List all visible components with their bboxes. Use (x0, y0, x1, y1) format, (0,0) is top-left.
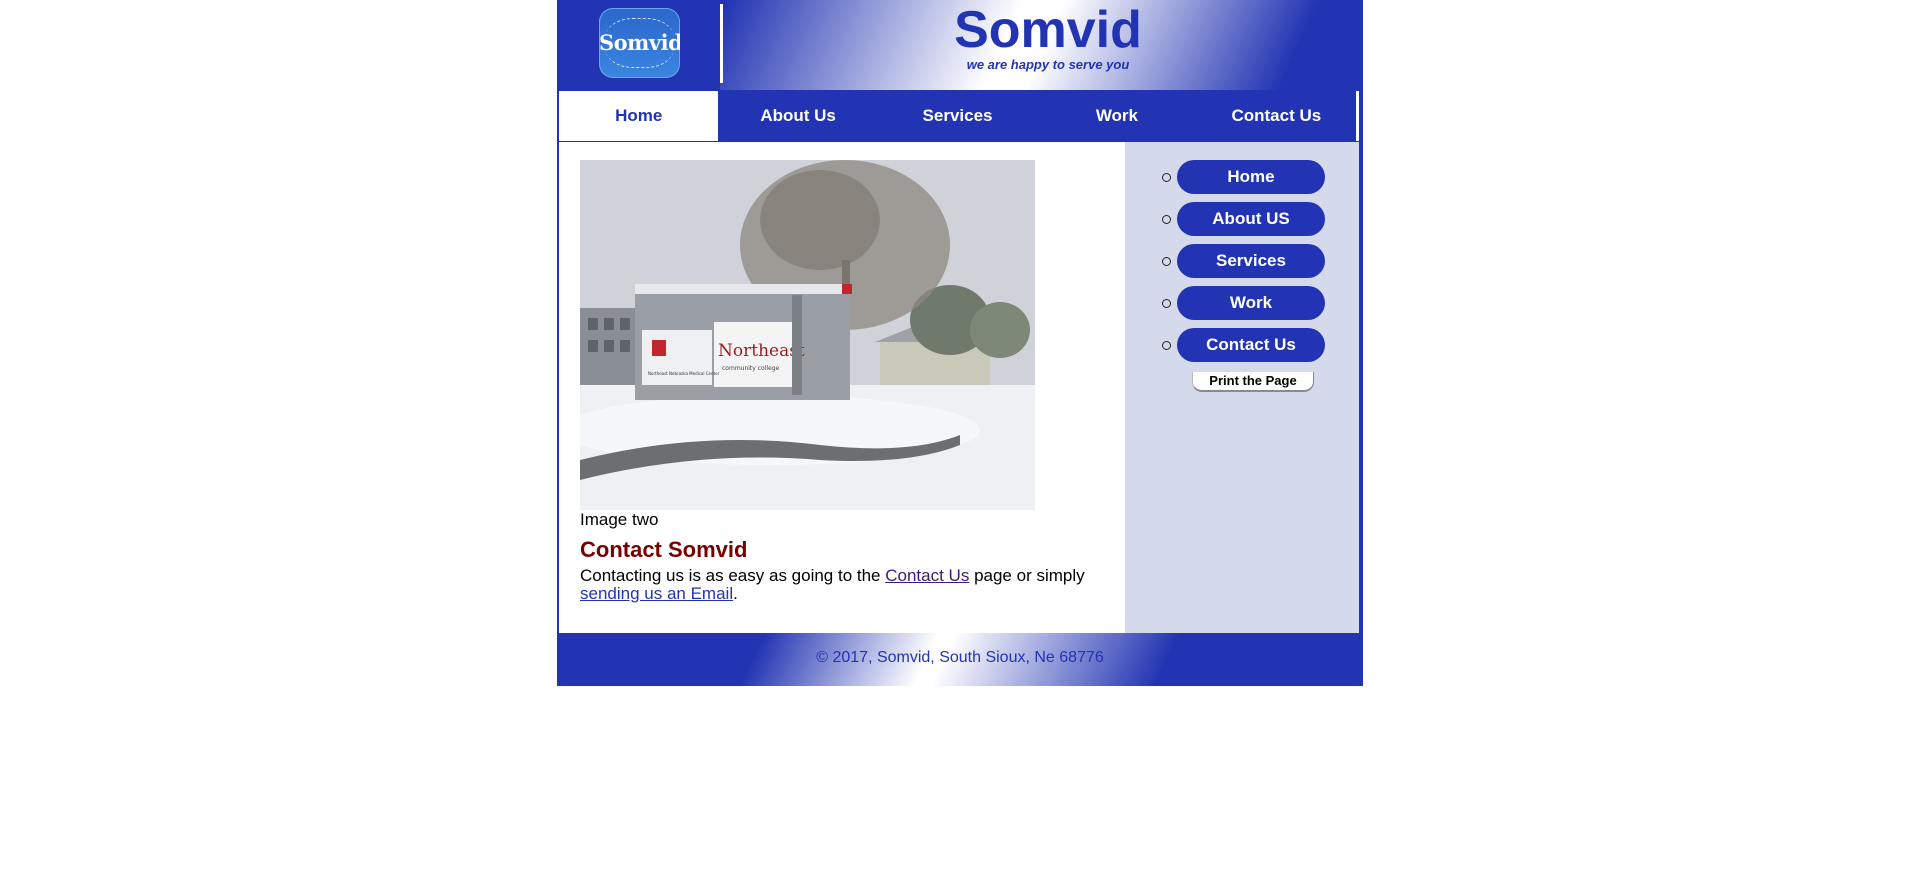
image-caption: Image two (580, 510, 659, 529)
tab-contact-us[interactable]: Contact Us (1197, 91, 1356, 141)
sidebar-button-about-us[interactable]: About US (1177, 202, 1325, 236)
page-container: Somvid Somvid we are happy to serve you … (557, 0, 1363, 686)
site-footer: © 2017, Somvid, South Sioux, Ne 68776 (557, 633, 1363, 686)
bullet-icon (1162, 173, 1171, 182)
bullet-icon (1162, 257, 1171, 266)
logo-area: Somvid (557, 0, 720, 90)
tab-home[interactable]: Home (559, 91, 719, 141)
main-content: Northeast community college Northeast Ne… (559, 142, 1125, 633)
site-title: Somvid (954, 1, 1142, 59)
sidebar-button-services[interactable]: Services (1177, 244, 1325, 278)
sidebar: Home About US Services Work Contact Us P… (1125, 142, 1359, 633)
bullet-icon (1162, 341, 1171, 350)
campus-sign-photo: Northeast community college Northeast Ne… (580, 160, 1035, 510)
tab-about-us[interactable]: About Us (718, 91, 877, 141)
footer-copyright: © 2017, Somvid, South Sioux, Ne 68776 (816, 649, 1104, 666)
paragraph-text-1: Contacting us is as easy as going to the (580, 566, 886, 585)
sign-college-text: community college (722, 365, 780, 372)
contact-heading: Contact Somvid (580, 537, 748, 562)
sidebar-button-contact-us[interactable]: Contact Us (1177, 328, 1325, 362)
bullet-icon (1162, 215, 1171, 224)
print-page-button[interactable]: Print the Page (1192, 372, 1314, 392)
sign-medical-text: Northeast Nebraska Medical Center (648, 371, 720, 376)
site-header: Somvid Somvid we are happy to serve you (557, 0, 1363, 90)
contact-us-link[interactable]: Contact Us (885, 566, 969, 585)
sidebar-button-work[interactable]: Work (1177, 286, 1325, 320)
logo-text: Somvid (599, 30, 680, 55)
tab-work[interactable]: Work (1037, 91, 1196, 141)
top-nav: Home About Us Services Work Contact Us (559, 91, 1356, 141)
nav-edge-divider (1356, 91, 1359, 141)
contact-paragraph: Contacting us is as easy as going to the… (580, 567, 1100, 603)
bullet-icon (1162, 299, 1171, 308)
tab-services[interactable]: Services (878, 91, 1037, 141)
sidebar-button-home[interactable]: Home (1177, 160, 1325, 194)
paragraph-text-3: . (733, 584, 738, 603)
logo-divider (720, 4, 723, 83)
email-link[interactable]: sending us an Email (580, 584, 733, 603)
paragraph-text-2: page or simply (969, 566, 1085, 585)
photo-illustration: Northeast community college Northeast Ne… (580, 160, 1035, 510)
site-tagline: we are happy to serve you (966, 57, 1130, 72)
sign-northeast-text: Northeast (718, 341, 805, 361)
site-logo[interactable]: Somvid (599, 8, 680, 78)
